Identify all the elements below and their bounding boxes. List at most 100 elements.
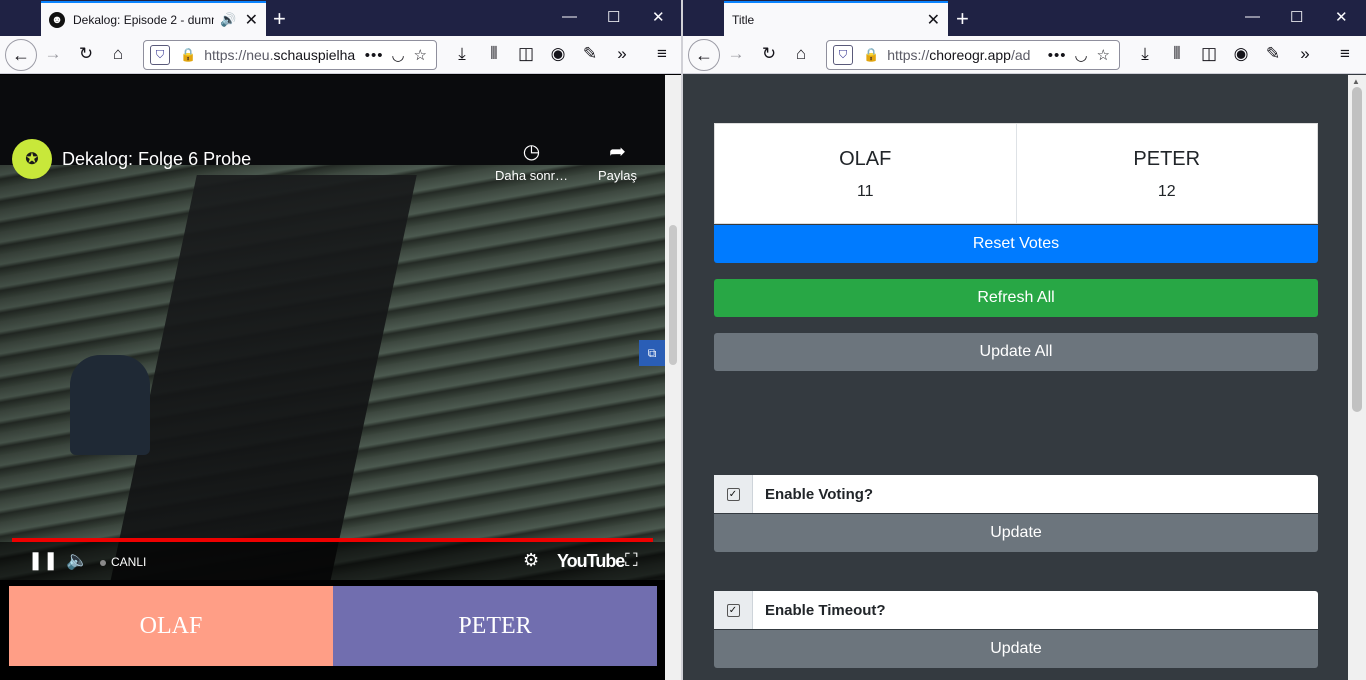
home-icon[interactable]: ⌂ [790, 44, 812, 64]
forward-icon[interactable]: → [42, 44, 64, 64]
library-icon[interactable]: ⫴ [1166, 44, 1188, 64]
score-name: PETER [1133, 148, 1201, 170]
right-scrollbar[interactable]: ▲ [1348, 75, 1366, 680]
eyedropper-icon[interactable]: ✎ [1262, 44, 1284, 64]
reload-icon[interactable]: ↻ [758, 44, 780, 64]
nav-bar: ← → ↻ ⌂ ⛉ 🔒 https://choreogr.app/ad ••• … [683, 36, 1366, 74]
url-text: https://choreogr.app/ad [887, 47, 1031, 63]
update-voting-button[interactable]: Update [714, 514, 1318, 552]
vote-olaf-button[interactable]: OLAF [9, 586, 333, 666]
back-icon[interactable]: ← [688, 39, 720, 71]
lock-icon[interactable]: 🔒 [863, 47, 879, 63]
checkbox-addon: ✓ [714, 591, 753, 629]
update-all-button[interactable]: Update All [714, 333, 1318, 371]
pause-icon[interactable]: ❚❚ [28, 550, 58, 571]
video-header: ✪ Dekalog: Folge 6 Probe [12, 139, 251, 179]
enable-timeout-checkbox[interactable]: ✓ [726, 603, 740, 617]
scroll-up-icon[interactable]: ▲ [1352, 77, 1360, 86]
update-timeout-button[interactable]: Update [714, 630, 1318, 668]
checkbox-addon: ✓ [714, 475, 753, 513]
new-tab-button[interactable]: + [273, 6, 286, 32]
enable-voting-row: ✓ Enable Voting? [714, 475, 1318, 513]
reload-icon[interactable]: ↻ [75, 44, 97, 64]
bookmark-star-icon[interactable]: ☆ [414, 46, 428, 64]
close-window-icon[interactable]: ✕ [1335, 8, 1348, 26]
url-text: https://neu.schauspielha [204, 47, 356, 63]
minimize-icon[interactable]: — [1245, 8, 1260, 25]
overflow-icon[interactable]: » [611, 44, 633, 64]
maximize-icon[interactable]: ☐ [1290, 8, 1303, 26]
youtube-logo[interactable]: YouTube [557, 551, 625, 572]
watch-later-button[interactable]: ◷ Daha sonr… [495, 139, 568, 183]
speaker-icon[interactable]: 🔊 [220, 12, 236, 28]
left-scrollbar[interactable] [665, 75, 681, 680]
player-controls: ❚❚ 🔈 CANLI ⚙ YouTube ⛶ [0, 542, 665, 580]
menu-icon[interactable]: ≡ [651, 44, 673, 64]
url-bar[interactable]: ⛉ 🔒 https://choreogr.app/ad ••• ◡ ☆ [826, 40, 1120, 70]
overflow-icon[interactable]: » [1294, 44, 1316, 64]
score-peter: PETER 12 [1015, 124, 1318, 223]
pocket-icon[interactable]: ◡ [1074, 46, 1088, 64]
tab-title-page[interactable]: Title ✕ [724, 1, 948, 36]
tab-dekalog[interactable]: ☻ Dekalog: Episode 2 - dumm 🔊 ✕ [41, 1, 266, 36]
tab-title: Title [732, 12, 755, 27]
tab-strip: ☻ Dekalog: Episode 2 - dumm 🔊 ✕ + — ☐ ✕ [0, 0, 682, 36]
more-dots-icon[interactable]: ••• [1048, 47, 1067, 64]
shield-icon[interactable]: ⛉ [150, 45, 170, 65]
url-bar[interactable]: ⛉ 🔒 https://neu.schauspielha ••• ◡ ☆ [143, 40, 437, 70]
volume-icon[interactable]: 🔈 [66, 550, 88, 571]
close-window-icon[interactable]: ✕ [652, 8, 665, 26]
left-browser-window: ☻ Dekalog: Episode 2 - dumm 🔊 ✕ + — ☐ ✕ … [0, 0, 682, 680]
scrollbar-thumb[interactable] [669, 225, 677, 365]
sidebar-icon[interactable]: ◫ [515, 44, 537, 64]
minimize-icon[interactable]: — [562, 8, 577, 25]
fullscreen-icon[interactable]: ⛶ [625, 550, 638, 571]
share-arrow-icon: ➦ [609, 141, 626, 163]
vote-scores: OLAF 11 PETER 12 [714, 123, 1318, 224]
shield-icon[interactable]: ⛉ [833, 45, 853, 65]
download-icon[interactable]: ⤓ [1134, 44, 1156, 64]
maximize-icon[interactable]: ☐ [607, 8, 620, 26]
new-tab-button[interactable]: + [956, 6, 969, 32]
close-tab-icon[interactable]: ✕ [245, 10, 258, 30]
enable-voting-checkbox[interactable]: ✓ [726, 487, 740, 501]
refresh-all-button[interactable]: Refresh All [714, 279, 1318, 317]
video-title[interactable]: Dekalog: Folge 6 Probe [62, 149, 251, 170]
enable-timeout-label: Enable Timeout? [765, 601, 886, 619]
admin-panel: OLAF 11 PETER 12 Reset Votes Refresh All… [683, 75, 1366, 680]
more-dots-icon[interactable]: ••• [365, 47, 384, 64]
account-icon[interactable]: ◉ [1230, 44, 1252, 64]
score-olaf: OLAF 11 [715, 124, 1016, 223]
tab-strip: Title ✕ + — ☐ ✕ [683, 0, 1366, 36]
sidebar-icon[interactable]: ◫ [1198, 44, 1220, 64]
right-browser-window: Title ✕ + — ☐ ✕ ← → ↻ ⌂ ⛉ 🔒 https://chor… [683, 0, 1366, 680]
account-icon[interactable]: ◉ [547, 44, 569, 64]
smiley-icon: ☻ [49, 11, 65, 28]
settings-gear-icon[interactable]: ⚙ [523, 550, 539, 571]
reset-votes-button[interactable]: Reset Votes [714, 225, 1318, 263]
home-icon[interactable]: ⌂ [107, 44, 129, 64]
live-indicator[interactable]: CANLI [100, 555, 146, 569]
enable-voting-label: Enable Voting? [765, 485, 874, 503]
close-tab-icon[interactable]: ✕ [927, 10, 940, 30]
library-icon[interactable]: ⫴ [483, 44, 505, 64]
eyedropper-icon[interactable]: ✎ [579, 44, 601, 64]
vote-bar: OLAF PETER [9, 586, 657, 666]
bookmark-star-icon[interactable]: ☆ [1097, 46, 1111, 64]
menu-icon[interactable]: ≡ [1334, 44, 1356, 64]
back-icon[interactable]: ← [5, 39, 37, 71]
score-count: 12 [1157, 183, 1176, 200]
forward-icon[interactable]: → [725, 44, 747, 64]
miniplayer-icon[interactable]: ⧉ [639, 340, 665, 366]
tab-title: Dekalog: Episode 2 - dumm [73, 12, 215, 27]
share-button[interactable]: ➦ Paylaş [598, 139, 637, 183]
download-icon[interactable]: ⤓ [451, 44, 473, 64]
lock-icon[interactable]: 🔒 [180, 47, 196, 63]
vote-peter-button[interactable]: PETER [333, 586, 657, 666]
pocket-icon[interactable]: ◡ [391, 46, 405, 64]
scrollbar-thumb[interactable] [1352, 87, 1362, 412]
score-count: 11 [856, 183, 874, 200]
video-frame [0, 165, 665, 580]
channel-avatar[interactable]: ✪ [12, 139, 52, 179]
youtube-player[interactable]: ✪ Dekalog: Folge 6 Probe ◷ Daha sonr… ➦ … [0, 75, 665, 580]
